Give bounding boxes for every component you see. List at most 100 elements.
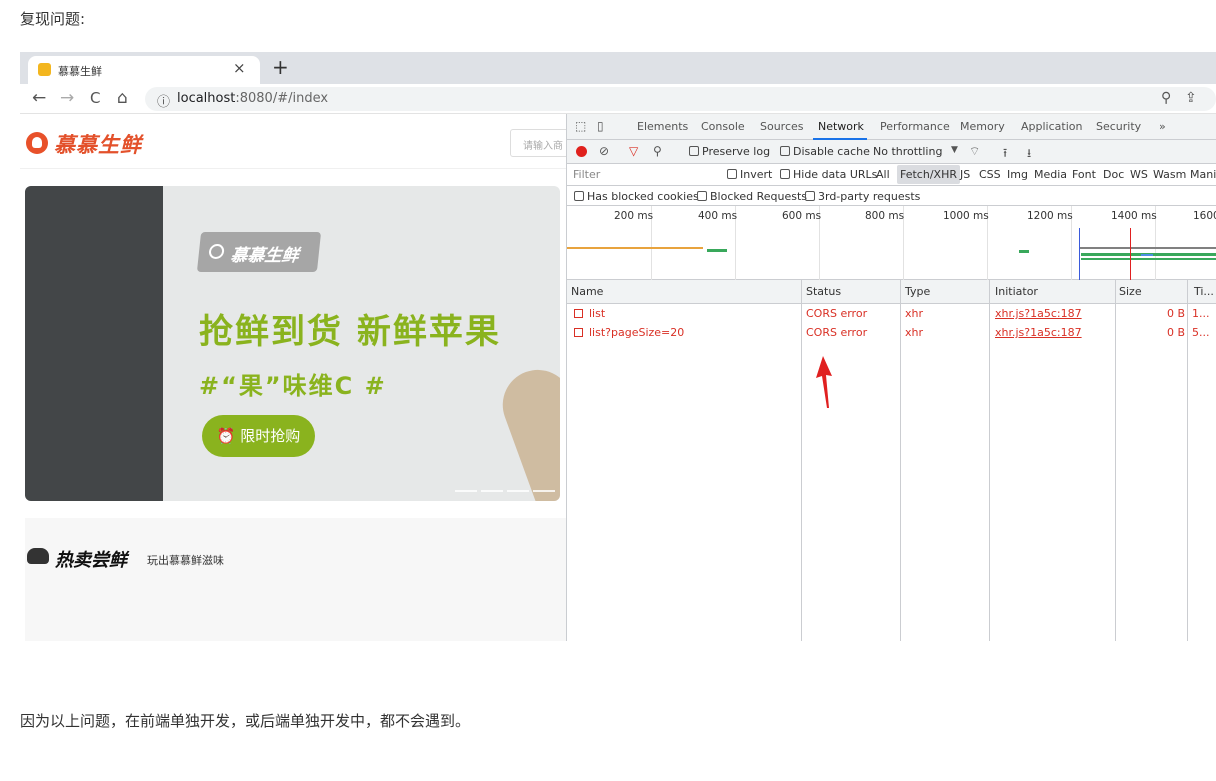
carousel-dot[interactable] xyxy=(455,490,477,492)
clear-icon[interactable]: ⊘ xyxy=(599,144,609,158)
browser-tab[interactable]: 慕慕生鲜 × xyxy=(28,56,260,84)
tab-application[interactable]: Application xyxy=(1021,120,1082,133)
export-har-icon[interactable]: ⭳ xyxy=(1027,144,1031,165)
network-overview[interactable]: 200 ms 400 ms 600 ms 800 ms 1000 ms 1200… xyxy=(567,206,1216,280)
request-status: CORS error xyxy=(806,326,868,339)
address-bar[interactable]: ⓘ localhost:8080/#/index ⚲ ⇪ xyxy=(145,87,1216,111)
filter-bar: Filter Invert Hide data URLs All Fetch/X… xyxy=(567,164,1216,186)
more-tabs-icon[interactable]: » xyxy=(1159,120,1166,133)
type-filter-media[interactable]: Media xyxy=(1034,168,1067,181)
close-icon[interactable]: × xyxy=(233,59,246,77)
blocked-requests-checkbox[interactable]: Blocked Requests xyxy=(697,190,807,203)
chevron-down-icon[interactable]: ▼ xyxy=(951,145,958,155)
column-initiator[interactable]: Initiator xyxy=(995,285,1038,298)
device-toolbar-icon[interactable]: ▯ xyxy=(597,119,604,133)
disable-cache-checkbox[interactable]: Disable cache xyxy=(780,145,870,158)
dom-content-loaded-line xyxy=(1079,228,1080,280)
blocked-cookies-checkbox[interactable]: Has blocked cookies xyxy=(574,190,699,203)
filter-icon[interactable]: ▽ xyxy=(629,144,638,158)
flash-sale-button[interactable]: ⏰ 限时抢购 xyxy=(202,415,315,457)
checkbox-box xyxy=(805,191,815,201)
banner-logo-text: 慕慕生鲜 xyxy=(229,246,300,266)
request-type: xhr xyxy=(905,307,924,320)
table-row[interactable]: list?pageSize=20 CORS error xhr xhr.js?1… xyxy=(567,323,1216,342)
promo-banner[interactable]: 慕慕生鲜 抢鲜到货 新鲜苹果 #“果”味维C # ⏰ 限时抢购 xyxy=(25,186,560,501)
initiator-link[interactable]: xhr.js?1a5c:187 xyxy=(995,307,1082,320)
tab-performance[interactable]: Performance xyxy=(880,120,950,133)
type-filter-doc[interactable]: Doc xyxy=(1103,168,1124,181)
share-icon[interactable]: ⇪ xyxy=(1185,90,1197,106)
column-size[interactable]: Size xyxy=(1119,285,1142,298)
table-row[interactable]: list CORS error xhr xhr.js?1a5c:187 0 B … xyxy=(567,304,1216,323)
disable-cache-label: Disable cache xyxy=(793,145,870,158)
banner-decoration xyxy=(492,360,560,501)
type-filter-wasm[interactable]: Wasm xyxy=(1153,168,1186,181)
type-filter-all[interactable]: All xyxy=(876,168,890,181)
carousel-dot[interactable] xyxy=(481,490,503,492)
back-arrow-icon[interactable]: ← xyxy=(32,88,46,108)
hide-data-urls-checkbox[interactable]: Hide data URLs xyxy=(780,168,877,181)
tab-memory[interactable]: Memory xyxy=(960,120,1005,133)
logo-icon xyxy=(208,244,225,259)
request-name: list xyxy=(574,307,605,320)
info-icon[interactable]: ⓘ xyxy=(157,91,170,110)
column-type[interactable]: Type xyxy=(905,285,930,298)
browser-window: 慕慕生鲜 × + ← → C ⌂ ⓘ localhost:8080/#/inde… xyxy=(20,52,1216,641)
blocked-requests-label: Blocked Requests xyxy=(710,190,808,203)
throttling-select[interactable]: No throttling xyxy=(873,145,942,158)
banner-logo: 慕慕生鲜 xyxy=(196,232,322,272)
waterfall-bar xyxy=(1081,258,1216,260)
devtools-panel: ⬚ ▯ Elements Console Sources Network Per… xyxy=(566,114,1216,641)
tick-label: 200 ms xyxy=(614,210,654,222)
checkbox-box xyxy=(780,146,790,156)
inspect-element-icon[interactable]: ⬚ xyxy=(575,119,586,133)
third-party-label: 3rd-party requests xyxy=(818,190,921,203)
search-input[interactable]: 请输入商 xyxy=(510,129,566,157)
request-initiator[interactable]: xhr.js?1a5c:187 xyxy=(995,307,1082,320)
type-filter-fetch-xhr[interactable]: Fetch/XHR xyxy=(897,165,960,184)
web-page: 慕慕生鲜 请输入商 慕慕生鲜 抢鲜到货 新鲜苹果 #“果”味维C # ⏰ 限时抢… xyxy=(20,114,566,641)
forward-arrow-icon[interactable]: → xyxy=(60,88,74,108)
checkbox-box xyxy=(574,191,584,201)
devtools-tab-bar: ⬚ ▯ Elements Console Sources Network Per… xyxy=(567,114,1216,140)
type-filter-manifest[interactable]: Mani xyxy=(1190,168,1216,181)
filter-input[interactable]: Filter xyxy=(573,166,723,184)
column-time[interactable]: Ti... xyxy=(1194,285,1214,298)
request-name-text: list?pageSize=20 xyxy=(589,326,685,339)
tab-sources[interactable]: Sources xyxy=(760,120,804,133)
home-icon[interactable]: ⌂ xyxy=(117,88,128,108)
carousel-dot[interactable] xyxy=(533,490,555,492)
tab-security[interactable]: Security xyxy=(1096,120,1141,133)
carousel-dot[interactable] xyxy=(507,490,529,492)
search-icon[interactable]: ⚲ xyxy=(653,144,662,158)
invert-checkbox[interactable]: Invert xyxy=(727,168,772,181)
type-filter-ws[interactable]: WS xyxy=(1130,168,1148,181)
preserve-log-checkbox[interactable]: Preserve log xyxy=(689,145,770,158)
new-tab-button[interactable]: + xyxy=(272,55,289,79)
column-name[interactable]: Name xyxy=(571,285,603,298)
hot-sale-section: 热卖尝鲜 玩出慕慕鲜滋味 xyxy=(25,518,566,641)
tab-elements[interactable]: Elements xyxy=(637,120,688,133)
request-initiator[interactable]: xhr.js?1a5c:187 xyxy=(995,326,1082,339)
zoom-icon[interactable]: ⚲ xyxy=(1161,90,1171,106)
reload-icon[interactable]: C xyxy=(90,89,100,107)
doc-heading: 复现问题: xyxy=(20,10,86,28)
column-status[interactable]: Status xyxy=(806,285,841,298)
section-title: 热卖尝鲜 xyxy=(55,550,127,571)
type-filter-css[interactable]: CSS xyxy=(979,168,1001,181)
import-har-icon[interactable]: ⭱ xyxy=(1003,144,1007,165)
tab-strip: 慕慕生鲜 × + xyxy=(20,52,1216,84)
tab-console[interactable]: Console xyxy=(701,120,745,133)
initiator-link[interactable]: xhr.js?1a5c:187 xyxy=(995,326,1082,339)
type-filter-font[interactable]: Font xyxy=(1072,168,1096,181)
tab-network[interactable]: Network xyxy=(818,120,864,133)
doc-footer-text: 因为以上问题，在前端单独开发，或后端单独开发中，都不会遇到。 xyxy=(20,712,471,730)
type-filter-img[interactable]: Img xyxy=(1007,168,1028,181)
tick-label: 400 ms xyxy=(698,210,738,222)
record-icon[interactable] xyxy=(576,146,587,157)
type-filter-js[interactable]: JS xyxy=(960,168,970,181)
network-conditions-icon[interactable]: ⌔ xyxy=(969,144,980,159)
third-party-checkbox[interactable]: 3rd-party requests xyxy=(805,190,920,203)
site-logo-text[interactable]: 慕慕生鲜 xyxy=(54,129,142,159)
request-type: xhr xyxy=(905,326,924,339)
